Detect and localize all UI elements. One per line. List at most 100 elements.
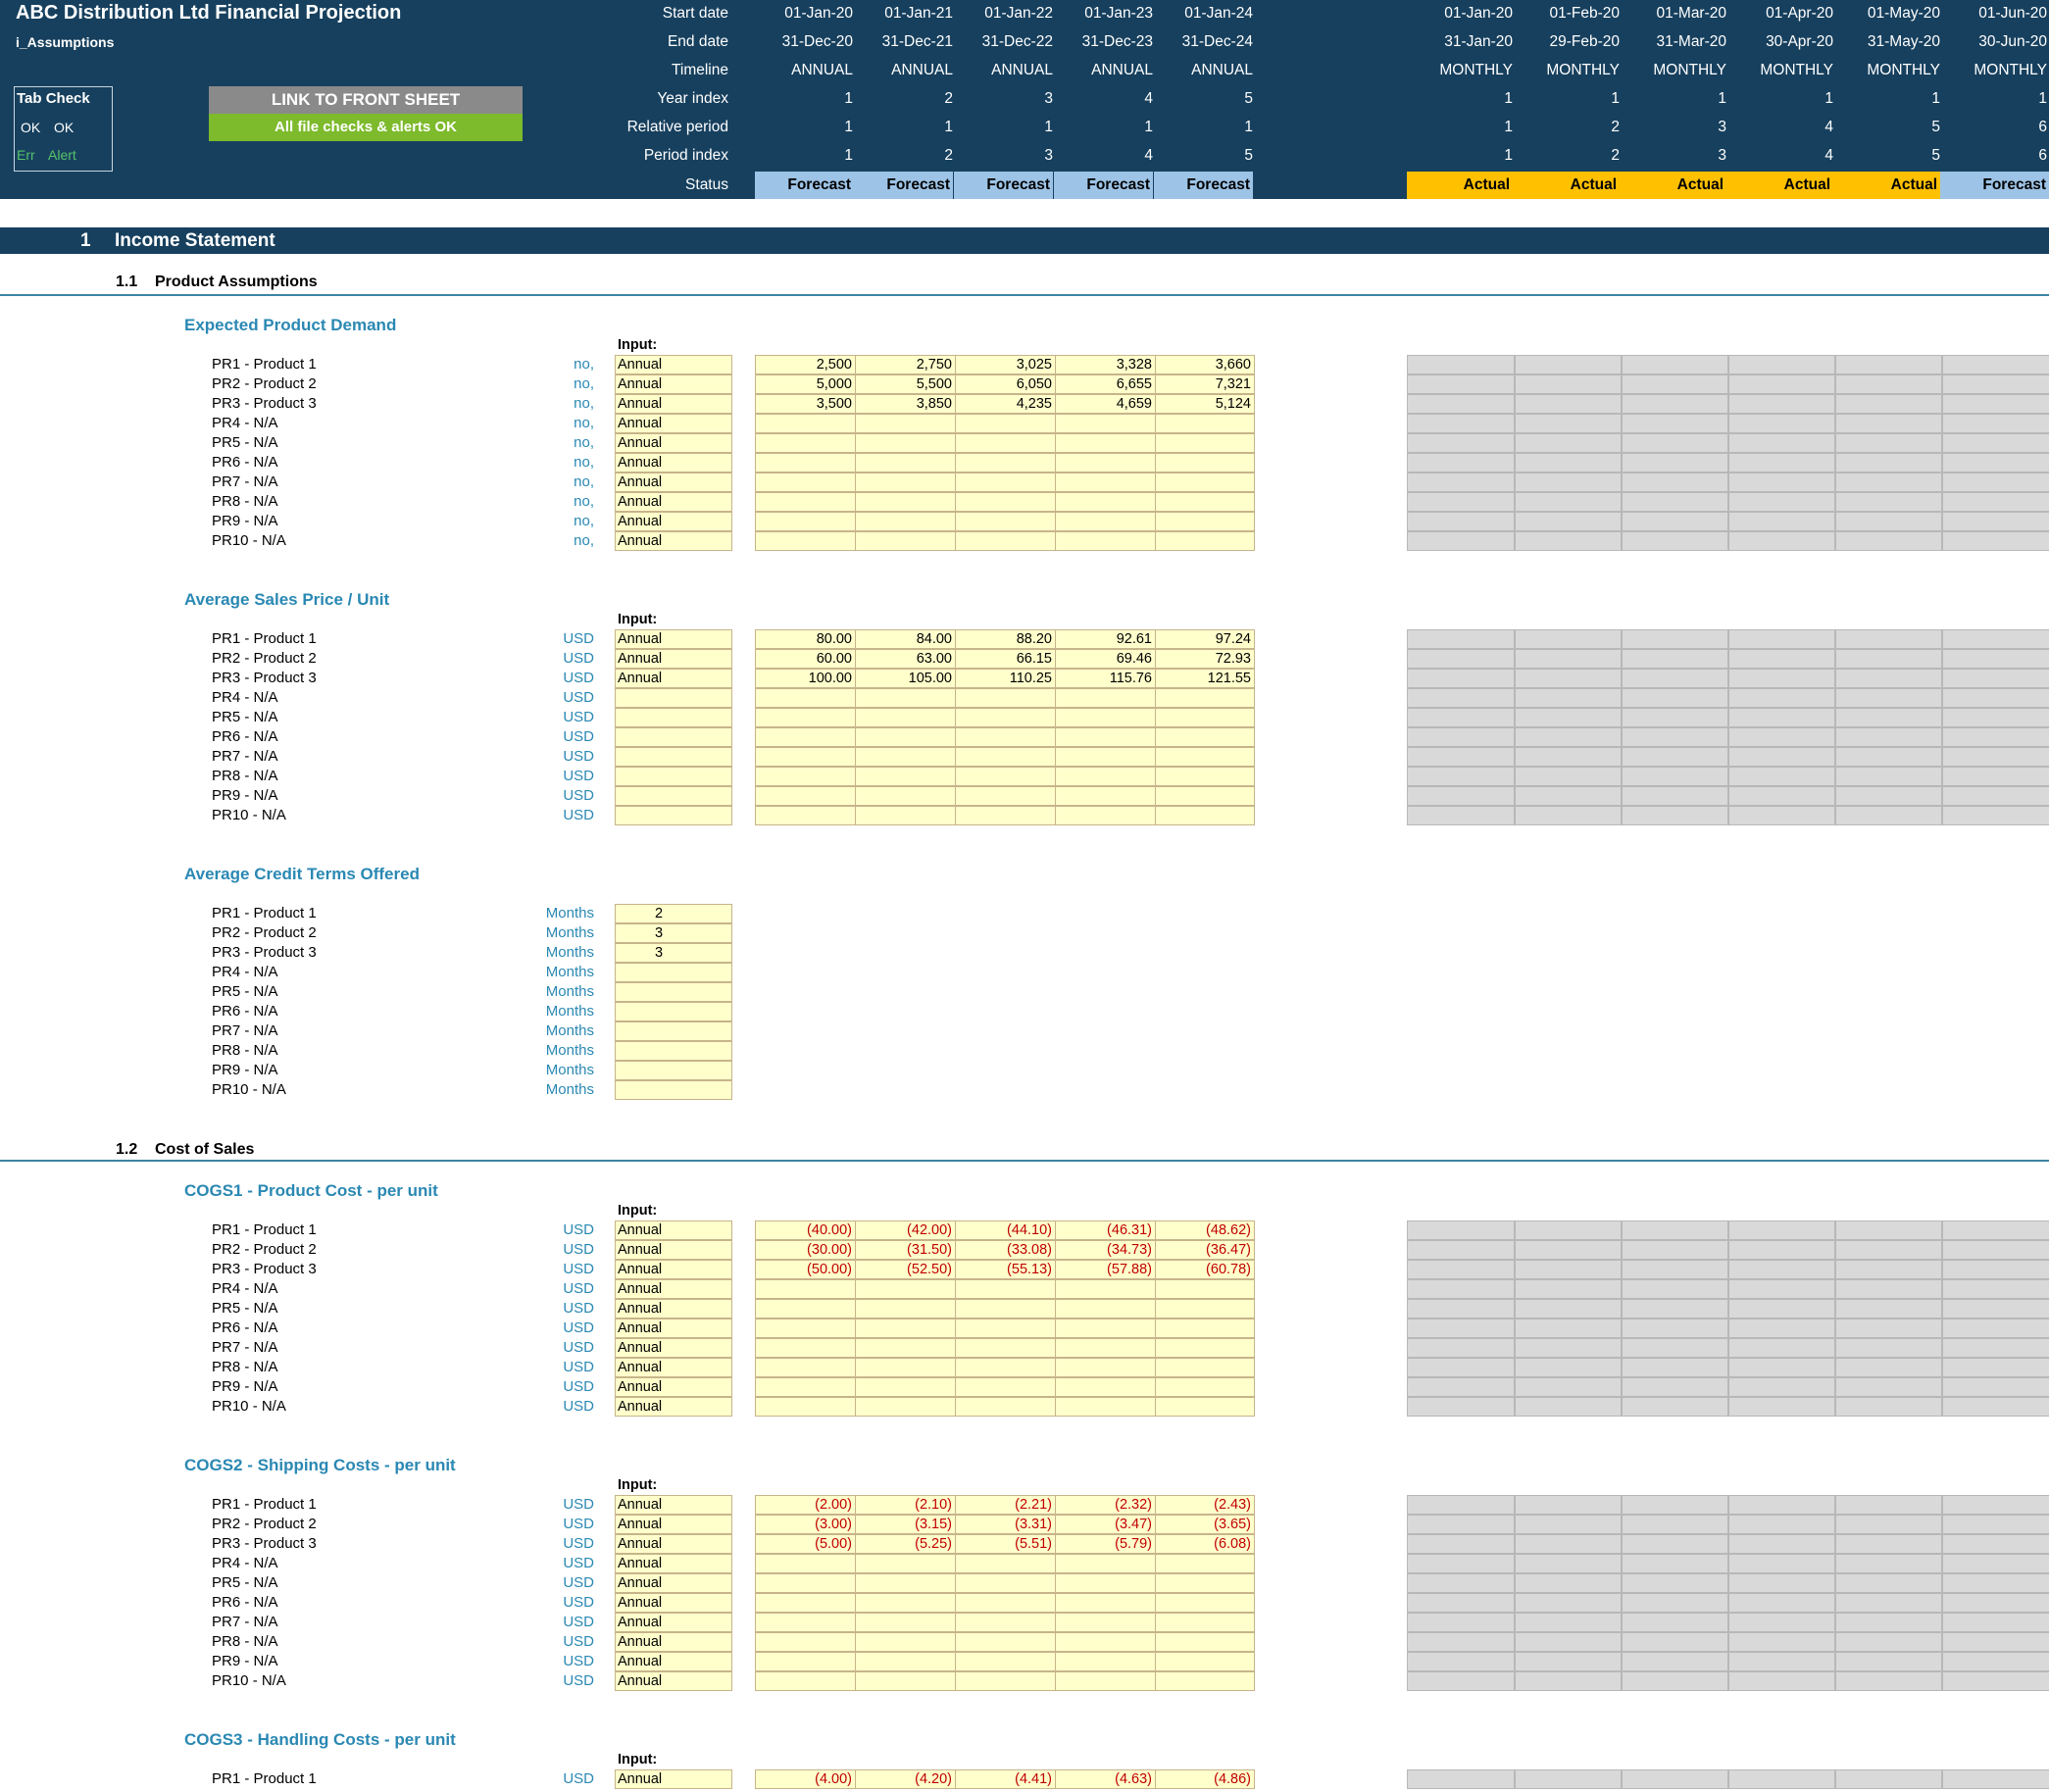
input-cell[interactable] <box>615 1002 732 1021</box>
value-cell[interactable]: 69.46 <box>1055 649 1156 669</box>
value-cell[interactable] <box>1155 806 1255 825</box>
value-cell[interactable] <box>1155 1652 1255 1671</box>
input-cell[interactable]: Annual <box>615 512 732 531</box>
value-cell[interactable] <box>1155 1632 1255 1652</box>
input-cell[interactable]: Annual <box>615 1554 732 1573</box>
value-cell[interactable] <box>855 1671 956 1691</box>
value-cell[interactable] <box>1055 1319 1156 1338</box>
value-cell[interactable]: (4.00) <box>755 1769 856 1789</box>
value-cell[interactable]: 105.00 <box>855 669 956 688</box>
value-cell[interactable] <box>1155 727 1255 747</box>
value-cell[interactable] <box>955 1613 1056 1632</box>
value-cell[interactable]: (52.50) <box>855 1260 956 1279</box>
value-cell[interactable]: (5.79) <box>1055 1534 1156 1554</box>
value-cell[interactable]: (34.73) <box>1055 1240 1156 1260</box>
value-cell[interactable] <box>1055 1279 1156 1299</box>
input-cell[interactable]: Annual <box>615 1338 732 1358</box>
value-cell[interactable] <box>955 1338 1056 1358</box>
input-cell[interactable]: Annual <box>615 394 732 414</box>
value-cell[interactable]: 5,124 <box>1155 394 1255 414</box>
value-cell[interactable] <box>1055 727 1156 747</box>
value-cell[interactable]: (2.10) <box>855 1495 956 1515</box>
value-cell[interactable]: (57.88) <box>1055 1260 1156 1279</box>
value-cell[interactable]: (2.43) <box>1155 1495 1255 1515</box>
value-cell[interactable]: (40.00) <box>755 1220 856 1240</box>
value-cell[interactable] <box>1055 1613 1156 1632</box>
input-cell[interactable] <box>615 806 732 825</box>
value-cell[interactable] <box>955 767 1056 786</box>
value-cell[interactable]: 80.00 <box>755 629 856 649</box>
value-cell[interactable]: (33.08) <box>955 1240 1056 1260</box>
input-cell[interactable]: Annual <box>615 629 732 649</box>
value-cell[interactable] <box>1055 1397 1156 1417</box>
input-cell[interactable]: Annual <box>615 374 732 394</box>
value-cell[interactable] <box>855 1299 956 1319</box>
value-cell[interactable] <box>755 1671 856 1691</box>
value-cell[interactable] <box>1055 453 1156 473</box>
value-cell[interactable]: 100.00 <box>755 669 856 688</box>
value-cell[interactable] <box>855 414 956 433</box>
value-cell[interactable] <box>755 806 856 825</box>
input-cell[interactable]: Annual <box>615 1613 732 1632</box>
value-cell[interactable] <box>755 1573 856 1593</box>
input-cell[interactable]: Annual <box>615 1319 732 1338</box>
value-cell[interactable]: 97.24 <box>1155 629 1255 649</box>
value-cell[interactable] <box>755 767 856 786</box>
value-cell[interactable]: (3.00) <box>755 1515 856 1534</box>
input-cell[interactable] <box>615 963 732 982</box>
input-cell[interactable]: Annual <box>615 1240 732 1260</box>
value-cell[interactable] <box>855 1397 956 1417</box>
value-cell[interactable] <box>755 1299 856 1319</box>
value-cell[interactable]: 110.25 <box>955 669 1056 688</box>
input-cell[interactable]: 3 <box>615 923 732 943</box>
value-cell[interactable]: 3,025 <box>955 355 1056 374</box>
value-cell[interactable] <box>855 786 956 806</box>
input-cell[interactable]: Annual <box>615 669 732 688</box>
value-cell[interactable] <box>755 1319 856 1338</box>
input-cell[interactable]: Annual <box>615 355 732 374</box>
input-cell[interactable]: Annual <box>615 414 732 433</box>
value-cell[interactable] <box>1155 688 1255 708</box>
value-cell[interactable] <box>1155 453 1255 473</box>
value-cell[interactable] <box>1055 512 1156 531</box>
value-cell[interactable] <box>1155 1319 1255 1338</box>
input-cell[interactable] <box>615 688 732 708</box>
input-cell[interactable]: 3 <box>615 943 732 963</box>
input-cell[interactable]: Annual <box>615 1573 732 1593</box>
value-cell[interactable] <box>855 806 956 825</box>
value-cell[interactable] <box>855 727 956 747</box>
value-cell[interactable] <box>755 1358 856 1377</box>
value-cell[interactable] <box>1155 1377 1255 1397</box>
value-cell[interactable] <box>755 1652 856 1671</box>
input-cell[interactable]: Annual <box>615 1593 732 1613</box>
value-cell[interactable] <box>955 1397 1056 1417</box>
value-cell[interactable] <box>855 492 956 512</box>
value-cell[interactable] <box>855 1593 956 1613</box>
input-cell[interactable]: Annual <box>615 1652 732 1671</box>
value-cell[interactable] <box>1155 1613 1255 1632</box>
value-cell[interactable] <box>755 512 856 531</box>
value-cell[interactable] <box>855 747 956 767</box>
value-cell[interactable] <box>855 1554 956 1573</box>
value-cell[interactable] <box>755 473 856 492</box>
value-cell[interactable] <box>1155 1358 1255 1377</box>
value-cell[interactable]: 3,660 <box>1155 355 1255 374</box>
value-cell[interactable]: (2.32) <box>1055 1495 1156 1515</box>
value-cell[interactable] <box>855 1279 956 1299</box>
value-cell[interactable] <box>1055 1299 1156 1319</box>
value-cell[interactable]: (5.51) <box>955 1534 1056 1554</box>
value-cell[interactable] <box>755 1613 856 1632</box>
value-cell[interactable] <box>1155 747 1255 767</box>
value-cell[interactable] <box>755 1593 856 1613</box>
value-cell[interactable] <box>1155 1397 1255 1417</box>
value-cell[interactable]: (50.00) <box>755 1260 856 1279</box>
input-cell[interactable] <box>615 767 732 786</box>
value-cell[interactable]: 88.20 <box>955 629 1056 649</box>
value-cell[interactable] <box>955 806 1056 825</box>
value-cell[interactable] <box>755 1338 856 1358</box>
value-cell[interactable] <box>955 1299 1056 1319</box>
value-cell[interactable] <box>955 453 1056 473</box>
value-cell[interactable] <box>955 433 1056 453</box>
input-cell[interactable]: Annual <box>615 433 732 453</box>
value-cell[interactable] <box>855 1573 956 1593</box>
